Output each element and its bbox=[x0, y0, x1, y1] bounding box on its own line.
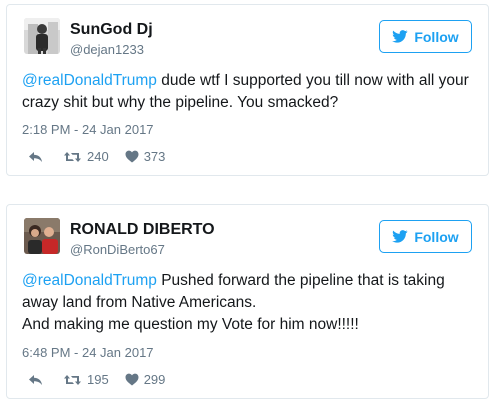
username[interactable]: @dejan1233 bbox=[70, 42, 144, 57]
tweet-text: @realDonaldTrump dude wtf I supported yo… bbox=[22, 70, 477, 114]
like-button[interactable]: 299 bbox=[125, 372, 166, 387]
username[interactable]: @RonDiBerto67 bbox=[70, 242, 165, 257]
retweet-button[interactable]: 195 bbox=[63, 372, 109, 387]
heart-icon bbox=[125, 150, 139, 163]
reply-button[interactable] bbox=[28, 374, 43, 386]
tweet-text: @realDonaldTrump Pushed forward the pipe… bbox=[22, 270, 477, 336]
reply-icon bbox=[28, 151, 43, 163]
tweet-actions: 195 299 bbox=[28, 372, 165, 387]
tweet-body-line-2: And making me question my Vote for him n… bbox=[22, 316, 359, 333]
like-count: 299 bbox=[143, 372, 166, 387]
tweet-card: SunGod Dj @dejan1233 Follow @realDonaldT… bbox=[6, 4, 489, 176]
display-name[interactable]: RONALD DIBERTO bbox=[70, 221, 215, 239]
avatar[interactable] bbox=[24, 218, 60, 254]
follow-label: Follow bbox=[414, 228, 459, 245]
retweet-button[interactable]: 240 bbox=[63, 149, 109, 164]
avatar[interactable] bbox=[24, 18, 60, 54]
retweet-count: 195 bbox=[87, 372, 109, 387]
tweet-card: RONALD DIBERTO @RonDiBerto67 Follow @rea… bbox=[6, 204, 489, 399]
reply-icon bbox=[28, 374, 43, 386]
twitter-bird-icon bbox=[392, 230, 408, 243]
timestamp[interactable]: 2:18 PM - 24 Jan 2017 bbox=[22, 122, 154, 137]
follow-label: Follow bbox=[414, 28, 459, 45]
like-count: 373 bbox=[143, 149, 166, 164]
display-name[interactable]: SunGod Dj bbox=[70, 21, 153, 39]
retweet-count: 240 bbox=[87, 149, 109, 164]
follow-button[interactable]: Follow bbox=[379, 220, 472, 253]
retweet-icon bbox=[63, 151, 82, 163]
tweet-actions: 240 373 bbox=[28, 149, 165, 164]
mention-link[interactable]: @realDonaldTrump bbox=[22, 272, 157, 289]
like-button[interactable]: 373 bbox=[125, 149, 166, 164]
timestamp[interactable]: 6:48 PM - 24 Jan 2017 bbox=[22, 345, 154, 360]
reply-button[interactable] bbox=[28, 151, 43, 163]
heart-icon bbox=[125, 373, 139, 386]
twitter-bird-icon bbox=[392, 30, 408, 43]
follow-button[interactable]: Follow bbox=[379, 20, 472, 53]
retweet-icon bbox=[63, 374, 82, 386]
mention-link[interactable]: @realDonaldTrump bbox=[22, 72, 157, 89]
